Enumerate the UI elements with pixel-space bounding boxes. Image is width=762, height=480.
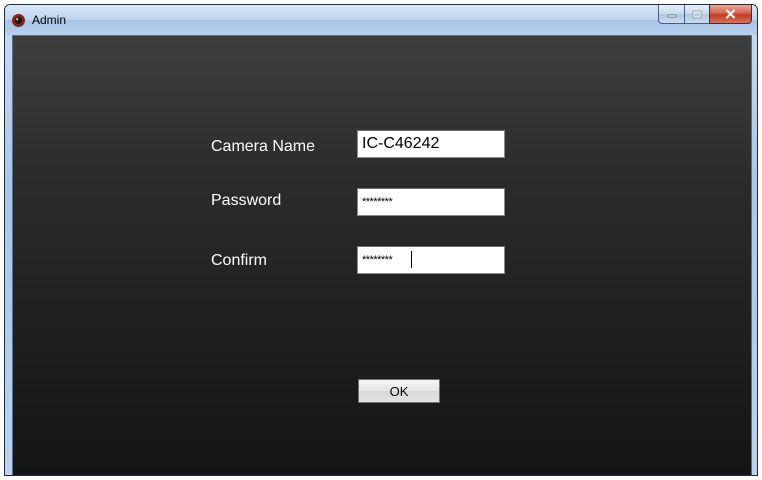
text-caret	[411, 251, 412, 268]
close-icon	[725, 9, 736, 19]
close-button[interactable]	[709, 5, 752, 24]
minimize-icon	[667, 14, 676, 18]
maximize-icon	[692, 10, 702, 18]
admin-window: Admin Camera Name Password	[4, 4, 758, 476]
minimize-button[interactable]	[658, 5, 684, 24]
caption-buttons	[658, 5, 752, 25]
confirm-password-input[interactable]	[357, 246, 505, 274]
admin-form-panel: Camera Name Password Confirm OK	[12, 35, 752, 475]
window-title: Admin	[32, 13, 67, 27]
title-bar[interactable]: Admin	[5, 5, 757, 35]
password-input[interactable]	[357, 188, 505, 216]
password-label: Password	[211, 192, 282, 209]
confirm-label: Confirm	[211, 252, 268, 269]
camera-name-label: Camera Name	[211, 138, 316, 155]
ok-button[interactable]: OK	[358, 379, 440, 403]
maximize-button[interactable]	[684, 5, 709, 24]
camera-name-input[interactable]	[357, 130, 505, 158]
camera-app-icon[interactable]	[11, 13, 26, 28]
